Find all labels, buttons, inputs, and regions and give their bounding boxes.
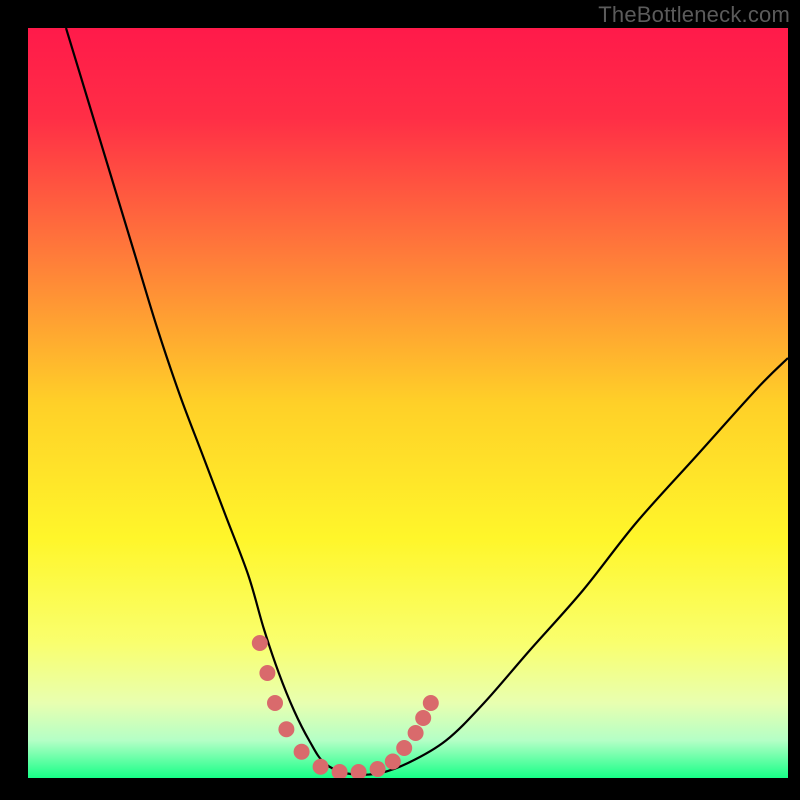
trough-dot [252, 635, 268, 651]
trough-dot [313, 759, 329, 775]
trough-dot [385, 754, 401, 770]
trough-dot [408, 725, 424, 741]
trough-dot [423, 695, 439, 711]
trough-dot [415, 710, 431, 726]
chart-frame: TheBottleneck.com [0, 0, 800, 800]
bottleneck-chart [0, 0, 800, 800]
watermark-text: TheBottleneck.com [598, 2, 790, 28]
trough-dot [396, 740, 412, 756]
trough-dot [278, 721, 294, 737]
trough-dot [332, 764, 348, 780]
trough-dot [259, 665, 275, 681]
plot-background [28, 28, 788, 778]
trough-dot [267, 695, 283, 711]
trough-dot [351, 764, 367, 780]
trough-dot [370, 761, 386, 777]
trough-dot [294, 744, 310, 760]
